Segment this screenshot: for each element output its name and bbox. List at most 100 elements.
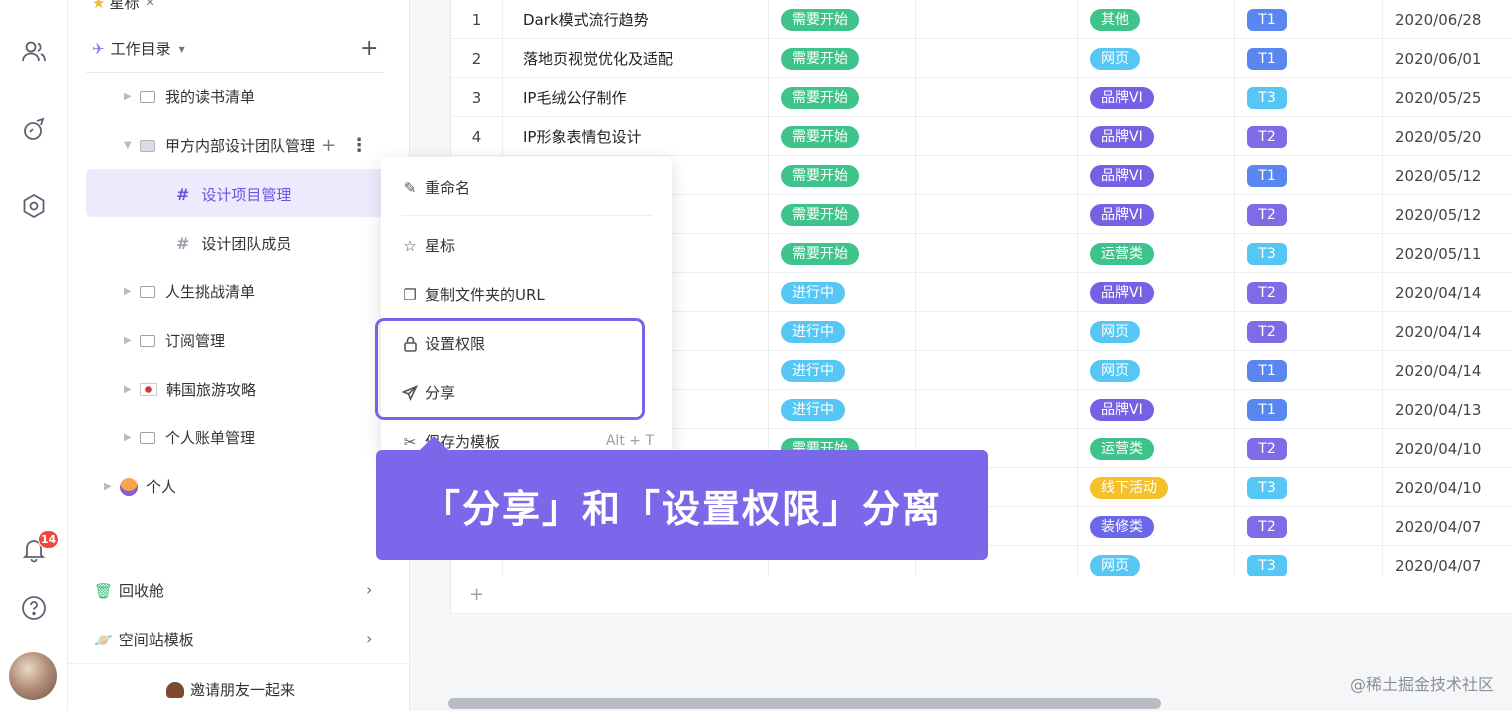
status-cell[interactable]: 进行中 xyxy=(769,390,916,429)
sidebar-item-subscriptions[interactable]: ▶ 订阅管理 xyxy=(124,330,225,351)
date-cell[interactable]: 2020/05/12 xyxy=(1383,195,1512,234)
sidebar-item-design-projects[interactable]: # 设计项目管理 xyxy=(176,184,291,205)
date-cell[interactable]: 2020/06/01 xyxy=(1383,39,1512,78)
status-cell[interactable]: 进行中 xyxy=(769,351,916,390)
add-icon[interactable]: + xyxy=(321,135,336,156)
empty-cell[interactable] xyxy=(916,78,1078,117)
status-cell[interactable]: 需要开始 xyxy=(769,156,916,195)
date-cell[interactable]: 2020/04/07 xyxy=(1383,507,1512,546)
status-cell[interactable]: 需要开始 xyxy=(769,0,916,39)
sidebar-item-personal[interactable]: ▶ 个人 xyxy=(104,476,176,497)
type-cell[interactable]: 品牌VI xyxy=(1078,390,1235,429)
type-cell[interactable]: 运营类 xyxy=(1078,429,1235,468)
date-cell[interactable]: 2020/04/10 xyxy=(1383,468,1512,507)
sidebar-starred[interactable]: ★ 星标 ✕ xyxy=(92,0,155,13)
menu-item-copy-url[interactable]: ❐ 复制文件夹的URL xyxy=(401,284,545,305)
chevron-right-icon[interactable]: › xyxy=(366,629,372,648)
menu-item-save-template[interactable]: ✂ 保存为模板 xyxy=(401,431,500,452)
table-row[interactable]: 3 IP毛绒公仔制作 需要开始 品牌VI T3 2020/05/25 xyxy=(451,78,1512,117)
table-row[interactable]: 4 IP形象表情包设计 需要开始 品牌VI T2 2020/05/20 xyxy=(451,117,1512,156)
date-cell[interactable]: 2020/04/10 xyxy=(1383,429,1512,468)
empty-cell[interactable] xyxy=(916,117,1078,156)
date-cell[interactable]: 2020/06/28 xyxy=(1383,0,1512,39)
sidebar-workspace[interactable]: ✈ 工作目录 ▾ xyxy=(92,38,185,59)
type-cell[interactable]: 网页 xyxy=(1078,39,1235,78)
empty-cell[interactable] xyxy=(916,0,1078,39)
tier-cell[interactable]: T3 xyxy=(1235,234,1383,273)
tier-cell[interactable]: T1 xyxy=(1235,39,1383,78)
add-folder-icon[interactable]: + xyxy=(360,36,378,61)
type-cell[interactable]: 装修类 xyxy=(1078,507,1235,546)
type-cell[interactable]: 运营类 xyxy=(1078,234,1235,273)
contacts-icon[interactable] xyxy=(20,38,48,66)
tier-cell[interactable]: T1 xyxy=(1235,156,1383,195)
menu-item-star[interactable]: ☆ 星标 xyxy=(401,235,455,256)
tier-cell[interactable]: T3 xyxy=(1235,468,1383,507)
tier-cell[interactable]: T1 xyxy=(1235,0,1383,39)
tier-cell[interactable]: T1 xyxy=(1235,351,1383,390)
sidebar-templates[interactable]: 🪐 空间站模板 xyxy=(94,629,194,650)
sidebar-item-korea-travel[interactable]: ▶ 韩国旅游攻略 xyxy=(124,379,256,400)
empty-cell[interactable] xyxy=(916,195,1078,234)
sidebar-item-life-challenges[interactable]: ▶ 人生挑战清单 xyxy=(124,281,255,302)
avatar[interactable] xyxy=(9,652,57,700)
date-cell[interactable]: 2020/05/11 xyxy=(1383,234,1512,273)
date-cell[interactable]: 2020/05/20 xyxy=(1383,117,1512,156)
status-cell[interactable]: 需要开始 xyxy=(769,195,916,234)
more-vertical-icon[interactable]: ⋮ xyxy=(350,135,368,156)
hexagon-settings-icon[interactable] xyxy=(20,192,48,220)
date-cell[interactable]: 2020/04/14 xyxy=(1383,312,1512,351)
date-cell[interactable]: 2020/04/14 xyxy=(1383,351,1512,390)
status-cell[interactable]: 进行中 xyxy=(769,273,916,312)
empty-cell[interactable] xyxy=(916,312,1078,351)
help-icon[interactable] xyxy=(20,594,48,622)
tier-cell[interactable]: T2 xyxy=(1235,273,1383,312)
date-cell[interactable]: 2020/05/12 xyxy=(1383,156,1512,195)
type-cell[interactable]: 品牌VI xyxy=(1078,117,1235,156)
chevron-right-icon[interactable]: › xyxy=(366,580,372,599)
sidebar-item-client-team[interactable]: ▼ 甲方内部设计团队管理 + ⋮ xyxy=(124,135,368,156)
add-row-button[interactable]: + xyxy=(450,576,1512,614)
name-cell[interactable]: Dark模式流行趋势 xyxy=(503,0,769,39)
type-cell[interactable]: 网页 xyxy=(1078,351,1235,390)
sidebar-item-reading-list[interactable]: ▶ 我的读书清单 xyxy=(124,86,255,107)
tier-cell[interactable]: T1 xyxy=(1235,390,1383,429)
type-cell[interactable]: 品牌VI xyxy=(1078,156,1235,195)
date-cell[interactable]: 2020/05/25 xyxy=(1383,78,1512,117)
tier-cell[interactable]: T2 xyxy=(1235,117,1383,156)
status-cell[interactable]: 需要开始 xyxy=(769,234,916,273)
name-cell[interactable]: IP毛绒公仔制作 xyxy=(503,78,769,117)
type-cell[interactable]: 品牌VI xyxy=(1078,78,1235,117)
menu-item-rename[interactable]: ✎ 重命名 xyxy=(401,177,470,198)
tier-cell[interactable]: T3 xyxy=(1235,78,1383,117)
table-row[interactable]: 2 落地页视觉优化及适配 需要开始 网页 T1 2020/06/01 xyxy=(451,39,1512,78)
empty-cell[interactable] xyxy=(916,39,1078,78)
type-cell[interactable]: 品牌VI xyxy=(1078,195,1235,234)
status-cell[interactable]: 需要开始 xyxy=(769,78,916,117)
horizontal-scrollbar[interactable] xyxy=(448,698,1161,709)
type-cell[interactable]: 网页 xyxy=(1078,312,1235,351)
empty-cell[interactable] xyxy=(916,390,1078,429)
table-row[interactable]: 1 Dark模式流行趋势 需要开始 其他 T1 2020/06/28 xyxy=(451,0,1512,39)
sidebar-item-personal-bills[interactable]: ▶ 个人账单管理 xyxy=(124,427,255,448)
empty-cell[interactable] xyxy=(916,273,1078,312)
sidebar-item-design-members[interactable]: # 设计团队成员 xyxy=(176,233,291,254)
empty-cell[interactable] xyxy=(916,156,1078,195)
type-cell[interactable]: 品牌VI xyxy=(1078,273,1235,312)
name-cell[interactable]: IP形象表情包设计 xyxy=(503,117,769,156)
status-cell[interactable]: 需要开始 xyxy=(769,39,916,78)
date-cell[interactable]: 2020/04/14 xyxy=(1383,273,1512,312)
status-cell[interactable]: 进行中 xyxy=(769,312,916,351)
empty-cell[interactable] xyxy=(916,234,1078,273)
invite-friends-button[interactable]: 邀请朋友一起来 xyxy=(166,679,295,700)
name-cell[interactable]: 落地页视觉优化及适配 xyxy=(503,39,769,78)
tier-cell[interactable]: T2 xyxy=(1235,195,1383,234)
tier-cell[interactable]: T2 xyxy=(1235,429,1383,468)
tier-cell[interactable]: T2 xyxy=(1235,312,1383,351)
type-cell[interactable]: 其他 xyxy=(1078,0,1235,39)
tier-cell[interactable]: T2 xyxy=(1235,507,1383,546)
type-cell[interactable]: 线下活动 xyxy=(1078,468,1235,507)
explore-rocket-icon[interactable] xyxy=(20,116,48,144)
status-cell[interactable]: 需要开始 xyxy=(769,117,916,156)
sidebar-recycle-bin[interactable]: 🗑 回收舱 xyxy=(94,580,164,601)
